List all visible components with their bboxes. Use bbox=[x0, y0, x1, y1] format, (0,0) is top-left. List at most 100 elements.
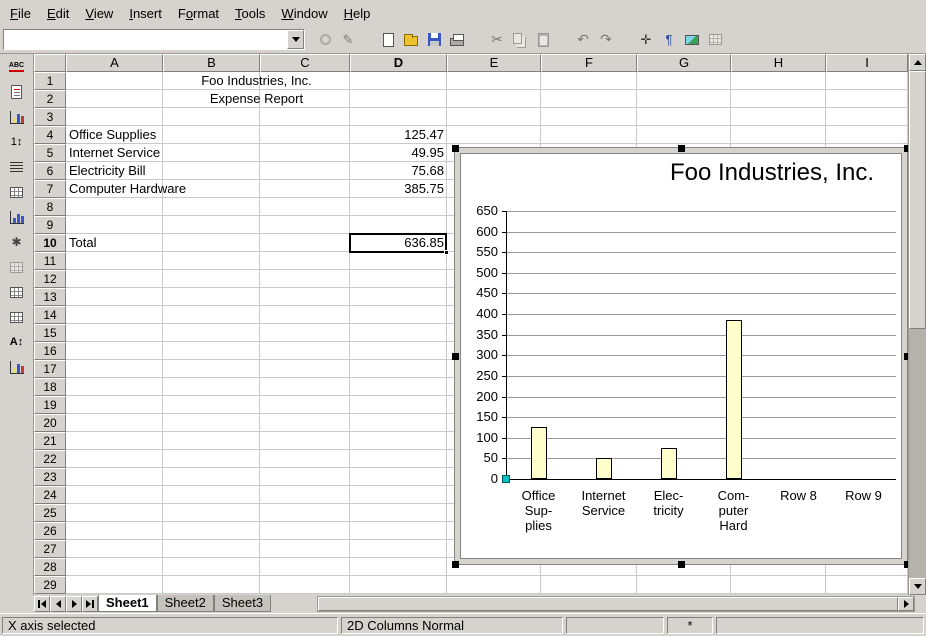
insert-chart-icon[interactable] bbox=[6, 207, 28, 227]
row-header-22[interactable]: 22 bbox=[34, 450, 66, 468]
row-header-28[interactable]: 28 bbox=[34, 558, 66, 576]
row-header-23[interactable]: 23 bbox=[34, 468, 66, 486]
column-header-h[interactable]: H bbox=[731, 54, 826, 72]
row-header-1[interactable]: 1 bbox=[34, 72, 66, 90]
chart-handle-bl[interactable] bbox=[452, 561, 459, 568]
insert-rows-icon[interactable] bbox=[6, 157, 28, 177]
menu-edit[interactable]: Edit bbox=[39, 2, 77, 25]
row-header-5[interactable]: 5 bbox=[34, 144, 66, 162]
borders-icon[interactable] bbox=[6, 182, 28, 202]
tab-sheet3[interactable]: Sheet3 bbox=[214, 595, 271, 612]
row-header-9[interactable]: 9 bbox=[34, 216, 66, 234]
navigator-icon[interactable] bbox=[636, 30, 656, 50]
cell-A5[interactable]: Internet Service bbox=[66, 144, 163, 162]
menu-view[interactable]: View bbox=[77, 2, 121, 25]
cell-selection[interactable] bbox=[349, 233, 447, 253]
copy-icon[interactable] bbox=[510, 30, 530, 50]
tabs-prev-button[interactable] bbox=[50, 596, 66, 612]
x-axis-selection-handle[interactable] bbox=[502, 475, 510, 483]
cut-icon[interactable] bbox=[487, 30, 507, 50]
scale-text-icon[interactable] bbox=[6, 332, 28, 352]
data-sources-icon[interactable] bbox=[6, 307, 28, 327]
cell-A10[interactable]: Total bbox=[66, 234, 163, 252]
group-icon[interactable] bbox=[6, 357, 28, 377]
paste-icon[interactable] bbox=[533, 30, 553, 50]
select-all-corner[interactable] bbox=[34, 54, 66, 72]
row-header-14[interactable]: 14 bbox=[34, 306, 66, 324]
row-header-13[interactable]: 13 bbox=[34, 288, 66, 306]
chart-bar-2[interactable] bbox=[596, 458, 612, 479]
vertical-scrollbar[interactable] bbox=[908, 54, 926, 595]
chart-data-icon[interactable] bbox=[6, 107, 28, 127]
stylist-icon[interactable] bbox=[659, 30, 679, 50]
row-header-29[interactable]: 29 bbox=[34, 576, 66, 594]
row-header-11[interactable]: 11 bbox=[34, 252, 66, 270]
url-combo[interactable] bbox=[3, 29, 305, 50]
tab-sheet1[interactable]: Sheet1 bbox=[98, 595, 157, 612]
scroll-down-button[interactable] bbox=[909, 578, 926, 595]
chart-handle-bm[interactable] bbox=[678, 561, 685, 568]
column-header-a[interactable]: A bbox=[66, 54, 163, 72]
row-header-20[interactable]: 20 bbox=[34, 414, 66, 432]
tabs-last-button[interactable] bbox=[82, 596, 98, 612]
chart-object[interactable]: Foo Industries, Inc. 6506005505004504003… bbox=[454, 147, 908, 565]
tabs-first-button[interactable] bbox=[34, 596, 50, 612]
menu-window[interactable]: Window bbox=[273, 2, 335, 25]
row-header-25[interactable]: 25 bbox=[34, 504, 66, 522]
column-header-c[interactable]: C bbox=[260, 54, 350, 72]
menu-file[interactable]: File bbox=[2, 2, 39, 25]
chart-bar-1[interactable] bbox=[531, 427, 547, 479]
horizontal-scrollbar[interactable] bbox=[317, 596, 915, 612]
cell-A7[interactable]: Computer Hardware bbox=[66, 180, 163, 198]
row-header-3[interactable]: 3 bbox=[34, 108, 66, 126]
column-header-e[interactable]: E bbox=[447, 54, 541, 72]
row-header-8[interactable]: 8 bbox=[34, 198, 66, 216]
column-header-g[interactable]: G bbox=[637, 54, 731, 72]
cell-D4[interactable]: 125.47 bbox=[350, 126, 447, 144]
spellcheck-icon[interactable] bbox=[6, 57, 28, 77]
cell-B1[interactable]: Foo Industries, Inc. bbox=[163, 72, 350, 90]
row-header-27[interactable]: 27 bbox=[34, 540, 66, 558]
print-icon[interactable] bbox=[447, 30, 467, 50]
column-header-b[interactable]: B bbox=[163, 54, 260, 72]
url-combo-dropdown-button[interactable] bbox=[287, 30, 304, 49]
scroll-right-button[interactable] bbox=[898, 597, 914, 611]
load-url-icon[interactable] bbox=[315, 30, 335, 50]
new-document-icon[interactable] bbox=[378, 30, 398, 50]
chart-handle-tm[interactable] bbox=[678, 145, 685, 152]
tabs-next-button[interactable] bbox=[66, 596, 82, 612]
chart-bar-4[interactable] bbox=[726, 320, 742, 479]
row-header-26[interactable]: 26 bbox=[34, 522, 66, 540]
menu-tools[interactable]: Tools bbox=[227, 2, 273, 25]
column-header-d[interactable]: D bbox=[350, 54, 447, 72]
draw-functions-icon[interactable] bbox=[6, 232, 28, 252]
tab-sheet2[interactable]: Sheet2 bbox=[157, 595, 214, 612]
row-header-2[interactable]: 2 bbox=[34, 90, 66, 108]
cell-D6[interactable]: 75.68 bbox=[350, 162, 447, 180]
row-header-24[interactable]: 24 bbox=[34, 486, 66, 504]
cell-D7[interactable]: 385.75 bbox=[350, 180, 447, 198]
vertical-scroll-thumb[interactable] bbox=[909, 71, 926, 329]
autospellcheck-icon[interactable] bbox=[6, 82, 28, 102]
row-header-7[interactable]: 7 bbox=[34, 180, 66, 198]
cell-B2[interactable]: Expense Report bbox=[163, 90, 350, 108]
cell-A6[interactable]: Electricity Bill bbox=[66, 162, 163, 180]
row-header-15[interactable]: 15 bbox=[34, 324, 66, 342]
save-icon[interactable] bbox=[424, 30, 444, 50]
column-header-f[interactable]: F bbox=[541, 54, 637, 72]
url-combo-input[interactable] bbox=[4, 30, 287, 49]
row-header-12[interactable]: 12 bbox=[34, 270, 66, 288]
gallery-icon[interactable] bbox=[682, 30, 702, 50]
cell-D5[interactable]: 49.95 bbox=[350, 144, 447, 162]
row-header-18[interactable]: 18 bbox=[34, 378, 66, 396]
row-header-19[interactable]: 19 bbox=[34, 396, 66, 414]
row-header-10[interactable]: 10 bbox=[34, 234, 66, 252]
row-header-17[interactable]: 17 bbox=[34, 360, 66, 378]
autoformat-icon[interactable] bbox=[6, 257, 28, 277]
undo-icon[interactable] bbox=[573, 30, 593, 50]
horizontal-scroll-thumb[interactable] bbox=[318, 597, 898, 611]
row-header-16[interactable]: 16 bbox=[34, 342, 66, 360]
menu-format[interactable]: Format bbox=[170, 2, 227, 25]
menu-help[interactable]: Help bbox=[336, 2, 379, 25]
row-header-4[interactable]: 4 bbox=[34, 126, 66, 144]
